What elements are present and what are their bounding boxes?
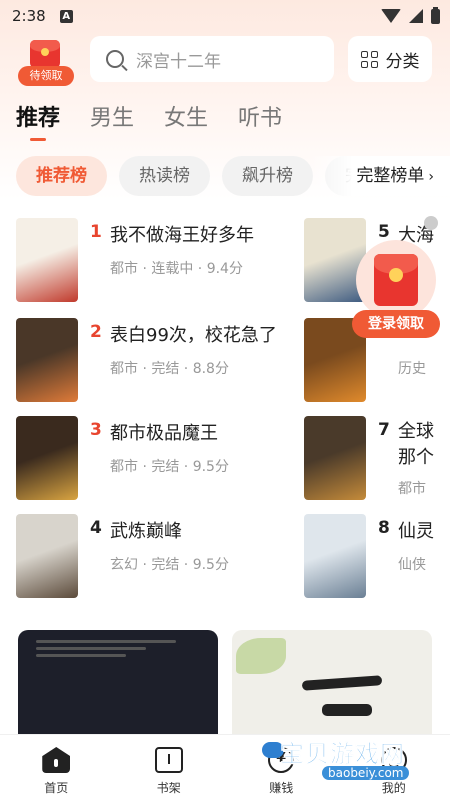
book-title: 武炼巅峰 (110, 521, 182, 542)
status-bar: 2:38 A (0, 0, 450, 32)
notification-icon: A (59, 9, 73, 23)
wifi-icon (381, 9, 401, 23)
rank-item[interactable]: 1 我不做海王好多年 都市 · 连载中 · 9.4分 (16, 218, 296, 302)
bookshelf-icon (154, 747, 183, 773)
status-time: 2:38 (12, 7, 46, 25)
pending-reward-button[interactable]: 待领取 (18, 38, 74, 88)
book-cover (16, 318, 78, 402)
top-header: 待领取 深宫十二年 分类 (0, 34, 450, 94)
book-cover (16, 514, 78, 598)
rank-number: 4 (90, 518, 102, 538)
book-meta: 都市 (398, 481, 426, 497)
signal-icon (409, 9, 423, 23)
close-float-icon[interactable] (424, 216, 438, 230)
search-icon (106, 50, 124, 68)
watermark-url: baobeiy.com (322, 766, 410, 780)
rank-item[interactable]: 7 全球那个 都市 (304, 416, 450, 500)
book-cover (16, 218, 78, 302)
chip-rising-rank[interactable]: 飙升榜 (222, 156, 313, 196)
home-icon (42, 747, 71, 773)
book-cover (304, 514, 366, 598)
site-watermark: 宝贝游戏网 baobeiy.com (262, 730, 422, 790)
book-title: 都市极品魔王 (110, 423, 218, 444)
tab-recommend[interactable]: 推荐 (16, 100, 60, 141)
ink-stroke (301, 675, 383, 691)
watermark-text: 宝贝游戏网 (280, 740, 405, 769)
rank-number: 5 (378, 222, 390, 242)
book-title: 表白99次，校花急了 (110, 325, 277, 346)
book-title: 我不做海王好多年 (110, 225, 254, 246)
rank-item[interactable]: 3 都市极品魔王 都市 · 完结 · 9.5分 (16, 416, 296, 500)
red-envelope-icon (374, 254, 418, 306)
book-title: 全球那个 (398, 421, 434, 468)
nav-home-label: 首页 (44, 781, 69, 795)
main-tabs: 推荐 男生 女生 听书 (16, 100, 312, 141)
status-icons (381, 6, 440, 24)
tab-female[interactable]: 女生 (164, 100, 208, 140)
nav-home[interactable]: 首页 (0, 735, 113, 800)
full-ranking-link[interactable]: 完整榜单 › (310, 156, 450, 196)
ink-stroke (322, 704, 372, 716)
rank-item[interactable]: 4 武炼巅峰 玄幻 · 完结 · 9.5分 (16, 514, 296, 598)
tab-audiobook[interactable]: 听书 (238, 100, 282, 140)
book-meta: 仙侠 (398, 557, 426, 573)
rank-number: 8 (378, 518, 390, 538)
promo-banners (18, 630, 450, 740)
pending-reward-label: 待领取 (18, 66, 74, 86)
login-reward-float[interactable]: 登录领取 (352, 240, 440, 338)
book-meta: 都市 · 完结 · 8.8分 (110, 361, 229, 377)
nav-bookshelf-label: 书架 (156, 781, 181, 795)
search-input[interactable]: 深宫十二年 (90, 36, 334, 82)
grid-icon (360, 50, 378, 68)
chip-hot-read-rank[interactable]: 热读榜 (119, 156, 210, 196)
tab-male[interactable]: 男生 (90, 100, 134, 140)
chip-recommend-rank[interactable]: 推荐榜 (16, 156, 107, 196)
book-meta: 都市 · 连载中 · 9.4分 (110, 261, 243, 277)
search-placeholder: 深宫十二年 (136, 51, 221, 72)
nav-bookshelf[interactable]: 书架 (113, 735, 226, 800)
book-cover (304, 416, 366, 500)
red-envelope-icon (30, 40, 60, 68)
rank-number: 1 (90, 222, 102, 242)
login-reward-label: 登录领取 (352, 310, 440, 338)
full-ranking-label: 完整榜单 (356, 166, 425, 186)
chevron-right-icon: › (428, 169, 434, 185)
book-meta: 玄幻 · 完结 · 9.5分 (110, 557, 229, 573)
banner-text-lines (36, 640, 206, 664)
category-label: 分类 (385, 51, 420, 72)
promo-banner-left[interactable] (18, 630, 218, 740)
rank-item[interactable]: 8 仙灵 仙侠 (304, 514, 450, 598)
rank-item[interactable]: 2 表白99次，校花急了 都市 · 完结 · 8.8分 (16, 318, 296, 402)
category-button[interactable]: 分类 (348, 36, 432, 82)
leaf-decoration (236, 638, 286, 674)
book-meta: 都市 · 完结 · 9.5分 (110, 459, 229, 475)
promo-banner-right[interactable] (232, 630, 432, 740)
rank-number: 7 (378, 420, 390, 440)
battery-icon (431, 6, 440, 24)
book-title: 仙灵 (398, 521, 434, 542)
book-meta: 历史 (398, 361, 426, 377)
book-cover (16, 416, 78, 500)
rank-number: 2 (90, 322, 102, 342)
rank-number: 3 (90, 420, 102, 440)
